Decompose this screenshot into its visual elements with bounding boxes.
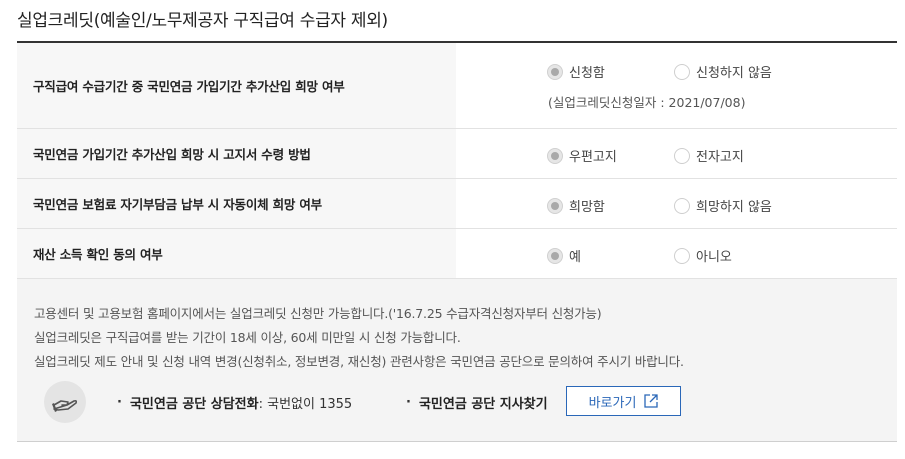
- radio-mail-notice[interactable]: 우편고지: [547, 146, 617, 165]
- info-line: 실업크레딧은 구직급여를 받는 기간이 18세 이상, 60세 미만일 시 신청…: [34, 330, 461, 345]
- credit-form-table: 구직급여 수급기간 중 국민연금 가입기간 추가산입 희망 여부 신청함 신청하…: [17, 41, 897, 279]
- radio-label: 전자고지: [696, 150, 744, 165]
- radio-label: 예: [569, 250, 581, 265]
- radio-label: 아니오: [696, 250, 732, 265]
- radio-no[interactable]: 아니오: [674, 246, 732, 265]
- radio-not-apply[interactable]: 신청하지 않음: [674, 62, 772, 81]
- row-value: 예 아니오: [456, 229, 897, 278]
- radio-label: 신청하지 않음: [696, 66, 772, 81]
- go-button[interactable]: 바로가기: [566, 386, 681, 416]
- bullet-icon: ·: [117, 395, 122, 410]
- radio-not-want[interactable]: 희망하지 않음: [674, 196, 772, 215]
- form-row-extra-period: 구직급여 수급기간 중 국민연금 가입기간 추가산입 희망 여부 신청함 신청하…: [17, 43, 897, 129]
- info-line: 고용센터 및 고용보험 홈페이지에서는 실업크레딧 신청만 가능합니다.('16…: [34, 306, 602, 321]
- radio-unchecked-icon: [674, 197, 690, 214]
- radio-unchecked-icon: [674, 63, 690, 80]
- radio-unchecked-icon: [674, 147, 690, 164]
- radio-want[interactable]: 희망함: [547, 196, 605, 215]
- phone-contact: · 국민연금 공단 상담전화 : 국번없이 1355: [117, 393, 352, 412]
- radio-label: 우편고지: [569, 150, 617, 165]
- radio-apply[interactable]: 신청함: [547, 62, 605, 81]
- row-value: 우편고지 전자고지: [456, 129, 897, 178]
- info-line: 실업크레딧 제도 안내 및 신청 내역 변경(신청취소, 정보변경, 재신청) …: [34, 354, 684, 369]
- branch-label: 국민연금 공단 지사찾기: [418, 397, 548, 412]
- radio-electronic-notice[interactable]: 전자고지: [674, 146, 744, 165]
- row-value: 희망함 희망하지 않음: [456, 179, 897, 228]
- row-label: 재산 소득 확인 동의 여부: [17, 229, 456, 278]
- external-link-icon: [644, 394, 659, 408]
- row-label: 국민연금 보험료 자기부담금 납부 시 자동이체 희망 여부: [17, 179, 456, 228]
- branch-contact: · 국민연금 공단 지사찾기: [406, 393, 548, 412]
- row-label: 국민연금 가입기간 추가산입 희망 시 고지서 수령 방법: [17, 129, 456, 178]
- hand-icon: [44, 381, 86, 423]
- section-title: 실업크레딧(예술인/노무제공자 구직급여 수급자 제외): [17, 11, 388, 31]
- radio-checked-icon: [547, 147, 563, 164]
- radio-label: 희망하지 않음: [696, 200, 772, 215]
- phone-label: 국민연금 공단 상담전화: [129, 397, 259, 412]
- phone-value: : 국번없이 1355: [258, 397, 353, 412]
- row-value: 신청함 신청하지 않음 (실업크레딧신청일자 : 2021/07/08): [456, 43, 897, 128]
- radio-checked-icon: [547, 247, 563, 264]
- info-box: 고용센터 및 고용보험 홈페이지에서는 실업크레딧 신청만 가능합니다.('16…: [17, 279, 897, 442]
- form-row-auto-transfer: 국민연금 보험료 자기부담금 납부 시 자동이체 희망 여부 희망함 희망하지 …: [17, 179, 897, 229]
- radio-checked-icon: [547, 197, 563, 214]
- radio-checked-icon: [547, 63, 563, 80]
- application-date-note: (실업크레딧신청일자 : 2021/07/08): [548, 95, 746, 110]
- radio-yes[interactable]: 예: [547, 246, 581, 265]
- go-button-label: 바로가기: [588, 395, 637, 411]
- row-label: 구직급여 수급기간 중 국민연금 가입기간 추가산입 희망 여부: [17, 43, 456, 128]
- radio-label: 희망함: [569, 200, 605, 215]
- form-row-notice-method: 국민연금 가입기간 추가산입 희망 시 고지서 수령 방법 우편고지 전자고지: [17, 129, 897, 179]
- bullet-icon: ·: [406, 395, 411, 410]
- radio-label: 신청함: [569, 66, 605, 81]
- radio-unchecked-icon: [674, 247, 690, 264]
- form-row-asset-consent: 재산 소득 확인 동의 여부 예 아니오: [17, 229, 897, 279]
